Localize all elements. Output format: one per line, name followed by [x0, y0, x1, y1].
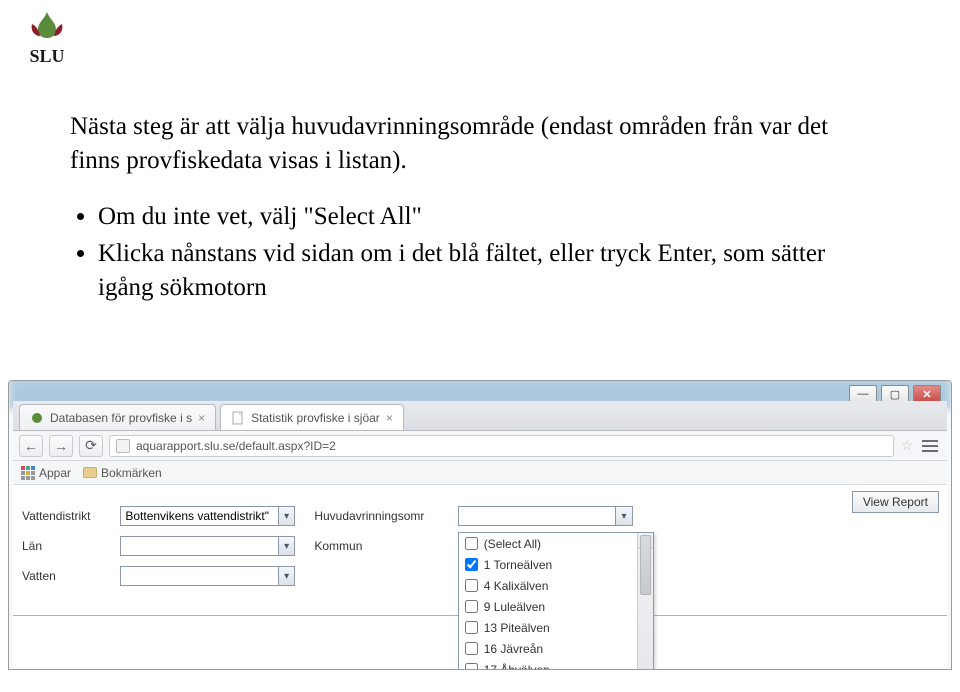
browser-toolbar: ← → ⟳ aquarapport.slu.se/default.aspx?ID…: [13, 431, 947, 461]
dropdown-scrollbar[interactable]: ▲ ▼: [637, 533, 653, 670]
browser-tab-1[interactable]: Databasen för provfiske i s ×: [19, 404, 216, 430]
bookmarks-folder[interactable]: Bokmärken: [83, 466, 162, 480]
dropdown-item-label: 16 Jävreån: [484, 642, 543, 656]
slu-logo: SLU: [20, 10, 74, 72]
dropdown-item[interactable]: 4 Kalixälven: [459, 575, 653, 596]
chevron-down-icon[interactable]: ▾: [278, 537, 294, 555]
huvud-combo[interactable]: ▾: [458, 506, 633, 526]
kommun-label: Kommun: [314, 539, 454, 553]
lan-label: Län: [22, 539, 117, 553]
bookmarks-bar: Appar Bokmärken: [13, 461, 947, 485]
filter-panel: View Report Vattendistrikt ▾ Huvudavrinn…: [13, 491, 947, 616]
folder-label: Bokmärken: [101, 466, 162, 480]
address-bar[interactable]: aquarapport.slu.se/default.aspx?ID=2: [109, 435, 894, 457]
huvud-dropdown-panel[interactable]: (Select All) 1 Torneälven 4 Kalixälven 9 Lu…: [458, 532, 654, 670]
vattendistrikt-input[interactable]: [121, 507, 278, 525]
vattendistrikt-combo[interactable]: ▾: [120, 506, 295, 526]
back-button[interactable]: ←: [19, 435, 43, 457]
slide-bullet-1: Om du inte vet, välj "Select All": [98, 200, 850, 234]
apps-shortcut[interactable]: Appar: [21, 466, 71, 480]
dropdown-item[interactable]: (Select All): [459, 533, 653, 554]
dropdown-item-label: 13 Piteälven: [484, 621, 550, 635]
tab-close-icon[interactable]: ×: [198, 411, 205, 425]
dropdown-item-label: 1 Torneälven: [484, 558, 553, 572]
chevron-down-icon[interactable]: ▾: [278, 567, 294, 585]
folder-icon: [83, 467, 97, 478]
slide-bullet-2: Klicka nånstans vid sidan om i det blå f…: [98, 237, 850, 305]
tab-label: Statistik provfiske i sjöar: [251, 411, 380, 425]
menu-icon[interactable]: [919, 435, 941, 457]
dropdown-item-label: 17 Åbyälven: [484, 663, 550, 671]
browser-tab-strip: Databasen för provfiske i s × Statistik …: [13, 401, 947, 431]
lan-input[interactable]: [121, 537, 278, 555]
dropdown-item[interactable]: 13 Piteälven: [459, 617, 653, 638]
chevron-down-icon[interactable]: ▾: [278, 507, 294, 525]
bookmark-star-icon[interactable]: ☆: [900, 437, 913, 454]
tab-close-icon[interactable]: ×: [386, 411, 393, 425]
dropdown-checkbox[interactable]: [465, 558, 478, 571]
huvud-input[interactable]: [459, 507, 616, 525]
dropdown-item-label: (Select All): [484, 537, 541, 551]
svg-text:SLU: SLU: [29, 46, 64, 66]
forward-button[interactable]: →: [49, 435, 73, 457]
browser-tab-2[interactable]: Statistik provfiske i sjöar ×: [220, 404, 404, 430]
dropdown-checkbox[interactable]: [465, 537, 478, 550]
dropdown-item[interactable]: 9 Luleälven: [459, 596, 653, 617]
favicon-icon: [30, 411, 44, 425]
dropdown-item[interactable]: 1 Torneälven: [459, 554, 653, 575]
dropdown-checkbox[interactable]: [465, 600, 478, 613]
chevron-down-icon[interactable]: ▾: [615, 507, 631, 525]
tab-label: Databasen för provfiske i s: [50, 411, 192, 425]
reload-button[interactable]: ⟳: [79, 435, 103, 457]
dropdown-checkbox[interactable]: [465, 663, 478, 670]
dropdown-checkbox[interactable]: [465, 621, 478, 634]
url-text: aquarapport.slu.se/default.aspx?ID=2: [136, 439, 336, 453]
apps-label: Appar: [39, 466, 71, 480]
slide-paragraph: Nästa steg är att välja huvudavrinningso…: [70, 110, 850, 178]
dropdown-item-label: 4 Kalixälven: [484, 579, 549, 593]
vatten-combo[interactable]: ▾: [120, 566, 295, 586]
dropdown-item-label: 9 Luleälven: [484, 600, 545, 614]
vatten-label: Vatten: [22, 569, 117, 583]
page-icon: [231, 411, 245, 425]
browser-window: — ▢ ✕ Databasen för provfiske i s × Stat…: [8, 380, 952, 670]
site-icon: [116, 439, 130, 453]
apps-icon: [21, 466, 35, 480]
vattendistrikt-label: Vattendistrikt: [22, 509, 117, 523]
huvud-label: Huvudavrinningsomr: [314, 509, 454, 523]
dropdown-item[interactable]: 17 Åbyälven: [459, 659, 653, 670]
dropdown-checkbox[interactable]: [465, 579, 478, 592]
dropdown-item[interactable]: 16 Jävreån: [459, 638, 653, 659]
scroll-thumb[interactable]: [640, 535, 651, 595]
vatten-input[interactable]: [121, 567, 278, 585]
lan-combo[interactable]: ▾: [120, 536, 295, 556]
report-page: View Report Vattendistrikt ▾ Huvudavrinn…: [13, 485, 947, 669]
view-report-button[interactable]: View Report: [852, 491, 939, 513]
dropdown-checkbox[interactable]: [465, 642, 478, 655]
